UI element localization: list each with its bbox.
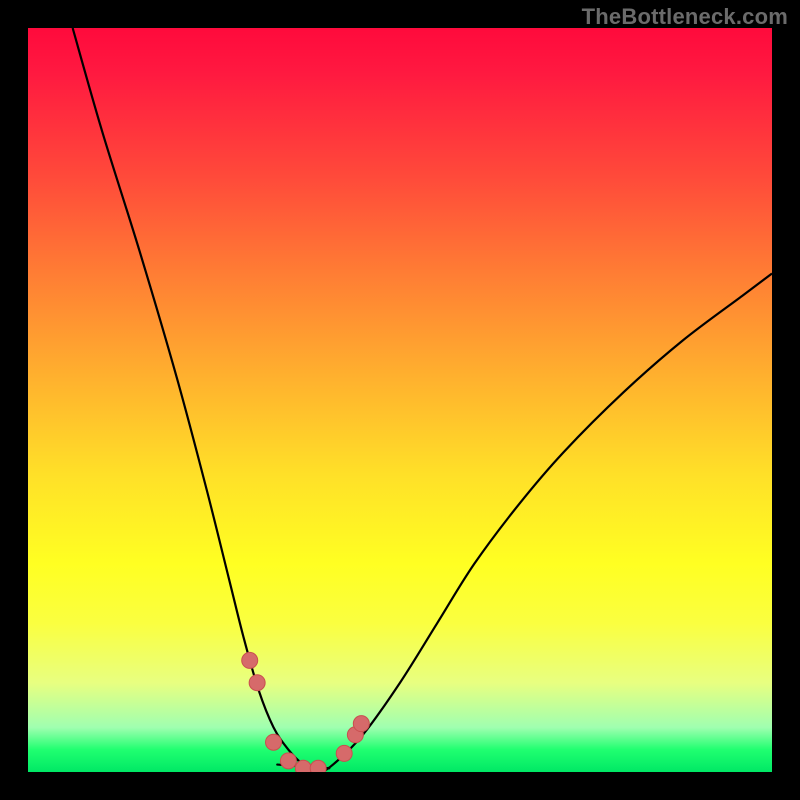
chart-frame: TheBottleneck.com: [0, 0, 800, 800]
watermark-text: TheBottleneck.com: [582, 4, 788, 30]
plot-area: [28, 28, 772, 772]
